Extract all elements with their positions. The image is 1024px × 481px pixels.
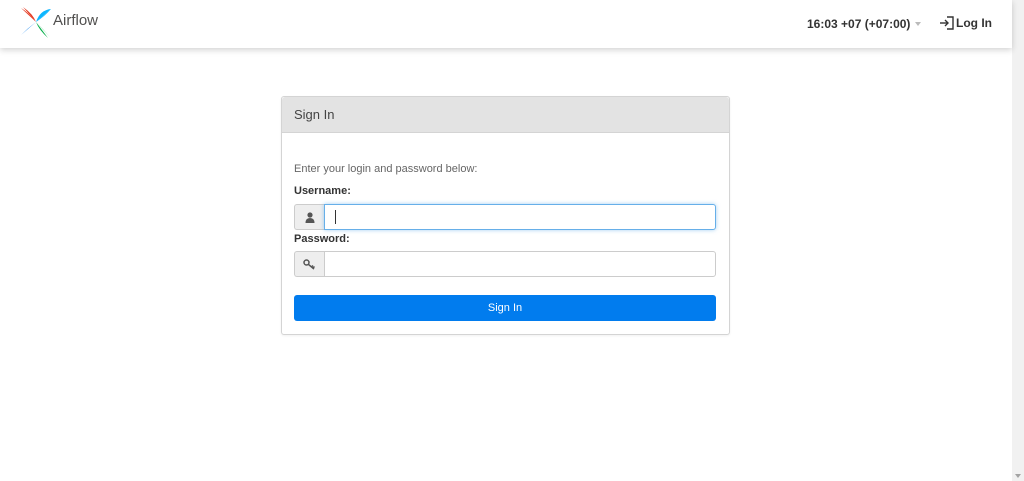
username-addon (294, 204, 324, 230)
username-input-group (294, 204, 716, 230)
airflow-logo-icon (21, 7, 51, 38)
timezone-label: 16:03 +07 (+07:00) (807, 17, 911, 31)
brand-link[interactable]: Airflow (19, 5, 98, 39)
login-icon (940, 16, 954, 30)
signin-instructions: Enter your login and password below: (294, 163, 478, 175)
panel-title: Sign In (282, 97, 729, 133)
password-label: Password: (294, 233, 350, 245)
page-scrollbar[interactable] (1012, 0, 1024, 481)
signin-panel: Sign In Enter your login and password be… (281, 96, 730, 335)
chevron-down-icon (915, 22, 922, 26)
text-cursor (335, 210, 336, 224)
signin-button[interactable]: Sign In (294, 295, 716, 321)
username-label: Username: (294, 185, 351, 197)
login-label: Log In (956, 16, 992, 30)
timezone-dropdown[interactable]: 16:03 +07 (+07:00) (807, 17, 922, 31)
brand-name: Airflow (53, 11, 99, 29)
password-input-group (294, 251, 716, 277)
signin-button-label: Sign In (487, 302, 523, 314)
user-icon (305, 211, 314, 223)
password-addon (294, 251, 324, 277)
login-link[interactable]: Log In (939, 16, 992, 30)
username-input[interactable] (324, 204, 716, 230)
key-icon (303, 258, 316, 270)
top-navbar: Airflow 16:03 +07 (+07:00) Log In (0, 0, 1012, 48)
scroll-down-arrow-icon[interactable] (1015, 474, 1021, 478)
password-input[interactable] (324, 251, 716, 277)
